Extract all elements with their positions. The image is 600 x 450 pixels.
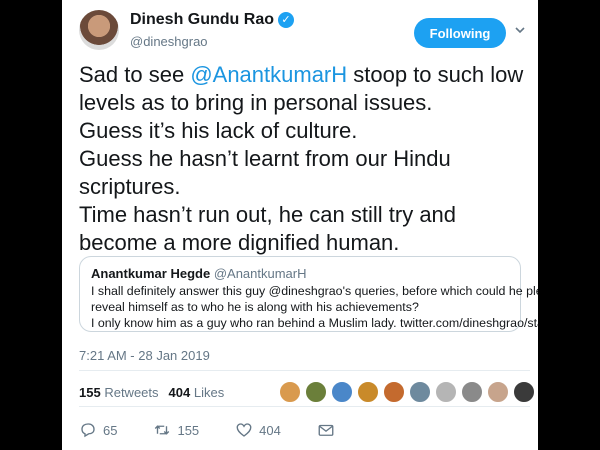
liker-avatar[interactable] xyxy=(331,381,353,403)
likes-stat[interactable]: 404 Likes xyxy=(169,385,225,400)
verified-badge-icon: ✓ xyxy=(278,12,294,28)
quoted-tweet-header: Anantkumar Hegde @AnantkumarH xyxy=(91,266,307,281)
tweet-line: scriptures. xyxy=(79,174,181,199)
liker-avatar[interactable] xyxy=(383,381,405,403)
retweets-stat[interactable]: 155 Retweets xyxy=(79,385,159,400)
like-button[interactable]: 404 xyxy=(235,421,281,439)
envelope-icon xyxy=(318,424,334,436)
tweet-line: Time hasn’t run out, he can still try an… xyxy=(79,202,457,227)
retweet-count: 155 xyxy=(177,422,200,438)
tweet-line: Guess he hasn’t learnt from our Hindu xyxy=(79,146,451,171)
quoted-line: I only know him as a guy who ran behind … xyxy=(91,316,538,330)
liker-avatar[interactable] xyxy=(357,381,379,403)
reply-icon xyxy=(81,423,95,438)
message-button[interactable] xyxy=(317,421,335,439)
tweet-actions: 65 155 404 xyxy=(79,421,371,439)
tweet-line: Sad to see @AnantkumarH stoop to such lo… xyxy=(79,62,524,87)
liker-avatar[interactable] xyxy=(513,381,535,403)
following-button[interactable]: Following xyxy=(414,18,506,48)
liker-avatar[interactable] xyxy=(279,381,301,403)
reply-count: 65 xyxy=(103,422,118,438)
quoted-line: reveal himself as to who he is along wit… xyxy=(91,300,419,314)
chevron-down-icon[interactable] xyxy=(510,22,530,42)
author-avatar[interactable] xyxy=(79,10,119,50)
divider xyxy=(79,406,530,407)
liker-avatar[interactable] xyxy=(435,381,457,403)
quoted-tweet[interactable]: Anantkumar Hegde @AnantkumarH I shall de… xyxy=(79,256,538,332)
retweet-icon xyxy=(155,425,170,435)
liker-avatar[interactable] xyxy=(487,381,509,403)
tweet-text: Sad to see @AnantkumarH stoop to such lo… xyxy=(79,61,529,257)
author-name[interactable]: Dinesh Gundu Rao xyxy=(130,11,274,29)
tweet-line: become a more dignified human. xyxy=(79,230,400,255)
quoted-line: I shall definitely answer this guy @dine… xyxy=(91,284,538,298)
quoted-tweet-text: I shall definitely answer this guy @dine… xyxy=(91,283,538,331)
tweet-line: levels as to bring in personal issues. xyxy=(79,90,433,115)
tweet-line: Guess it’s his lack of culture. xyxy=(79,118,358,143)
author-name-row[interactable]: Dinesh Gundu Rao ✓ xyxy=(130,11,294,29)
quoted-author-name: Anantkumar Hegde xyxy=(91,266,211,281)
liker-avatar[interactable] xyxy=(461,381,483,403)
retweet-button[interactable]: 155 xyxy=(153,421,199,439)
reply-button[interactable]: 65 xyxy=(79,421,117,439)
mention-link[interactable]: @AnantkumarH xyxy=(190,62,347,87)
like-count: 404 xyxy=(259,422,281,438)
divider xyxy=(79,370,530,371)
engagement-stats: 155 Retweets 404 Likes xyxy=(79,385,224,400)
liker-avatars xyxy=(279,381,535,403)
tweet-timestamp[interactable]: 7:21 AM - 28 Jan 2019 xyxy=(79,348,210,363)
quoted-author-handle: @AnantkumarH xyxy=(213,266,307,281)
liker-avatar[interactable] xyxy=(305,381,327,403)
heart-icon xyxy=(236,423,252,437)
author-handle[interactable]: @dineshgrao xyxy=(130,34,208,49)
tweet-card: Dinesh Gundu Rao ✓ @dineshgrao Following… xyxy=(62,0,538,450)
liker-avatar[interactable] xyxy=(409,381,431,403)
